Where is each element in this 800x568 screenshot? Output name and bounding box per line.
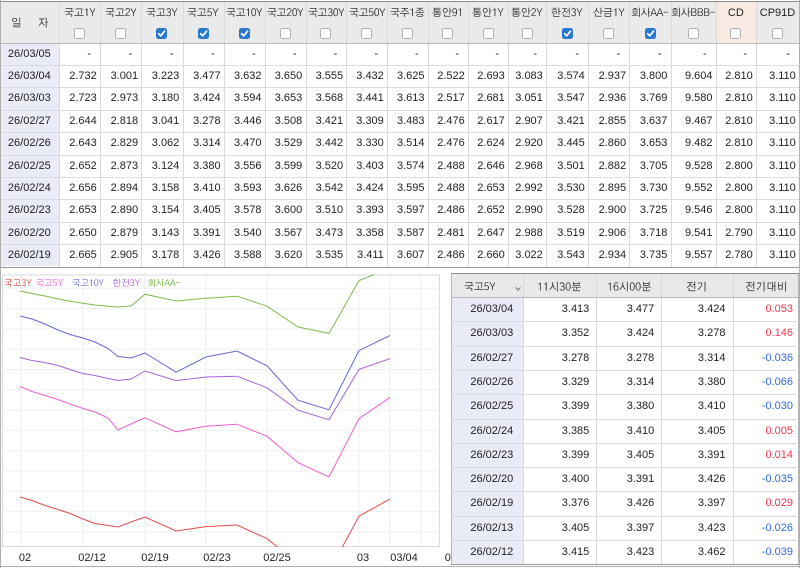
svg-text:02/23: 02/23 <box>203 552 231 564</box>
svg-text:02/12: 02/12 <box>78 552 106 564</box>
svg-text:03/04: 03/04 <box>390 552 418 564</box>
svg-text:03: 03 <box>357 552 369 564</box>
svg-text:02/25: 02/25 <box>263 552 291 564</box>
svg-text:02/19: 02/19 <box>141 552 169 564</box>
svg-text:02: 02 <box>19 552 31 564</box>
